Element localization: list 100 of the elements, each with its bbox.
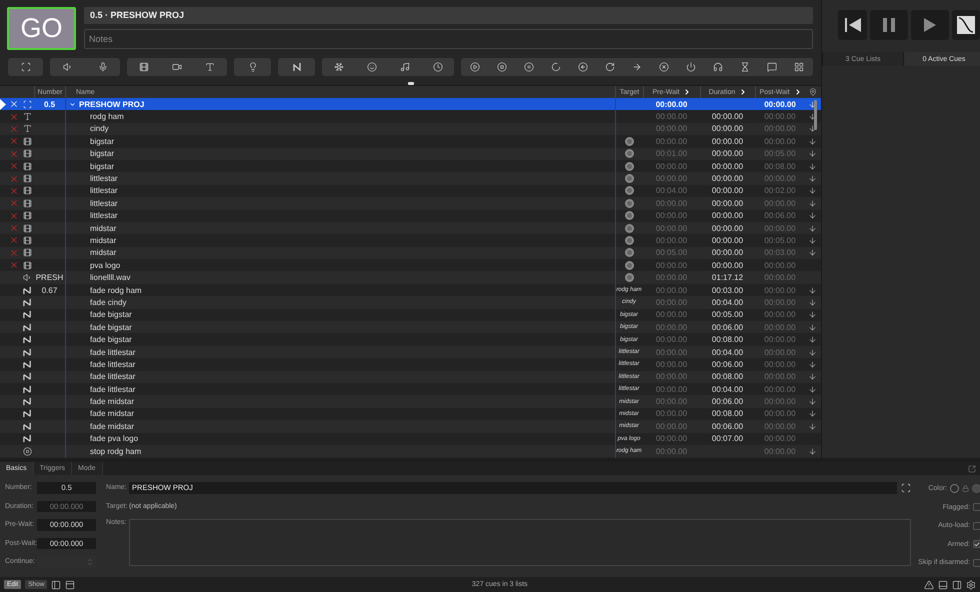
scrollbar[interactable]	[814, 100, 817, 130]
hourglass-icon[interactable]	[740, 62, 750, 72]
post-wait-time: 00:00.00	[764, 322, 796, 332]
cue-name: fade bigstar	[90, 310, 132, 320]
checkbox[interactable]	[973, 540, 980, 548]
load-icon[interactable]	[550, 62, 561, 72]
lightbulb-icon[interactable]	[248, 62, 258, 72]
cue-name: littlestar	[90, 211, 118, 220]
post-wait-time: 00:00.00	[764, 446, 796, 456]
cue-title-field[interactable]: 0.5 · PRESHOW PROJ	[84, 7, 813, 24]
resize-handle[interactable]	[408, 82, 414, 84]
cue-row[interactable]: bigstar 00:00.00 00:00.00 00:08.00	[0, 160, 821, 172]
duration-time: 00:00.00	[712, 198, 744, 208]
speech-bubble-icon[interactable]	[767, 62, 778, 72]
scan-icon	[901, 482, 912, 493]
color-swatch[interactable]	[972, 484, 980, 494]
fade-icon[interactable]	[292, 62, 302, 72]
duration-time: 00:04.00	[712, 384, 744, 394]
cue-row[interactable]: littlestar 00:04.00 00:00.00 00:02.00	[0, 184, 821, 198]
color-swatch[interactable]	[950, 484, 960, 494]
post-wait-time: 00:00.00	[764, 286, 796, 295]
warning-icon[interactable]	[924, 580, 934, 590]
duration-time: 00:06.00	[712, 360, 744, 369]
cue-number: PRESH	[36, 273, 64, 282]
duration-time: 00:00.00	[712, 124, 744, 134]
duration-time: 00:04.00	[712, 298, 744, 307]
cue-row[interactable]: littlestar 00:00.00 00:00.00 00:06.00	[0, 210, 821, 222]
cue-name: fade littlestar	[90, 384, 136, 394]
go-button[interactable]: GO	[7, 7, 76, 50]
duration-time: 00:00.00	[712, 149, 744, 158]
cue-number: 0.67	[42, 286, 58, 295]
microphone-icon[interactable]	[98, 62, 108, 72]
music-note-icon[interactable]	[400, 62, 410, 72]
rotate-icon[interactable]	[604, 62, 615, 72]
pop-out-icon[interactable]	[968, 464, 976, 472]
grid-icon[interactable]	[794, 62, 804, 72]
arrow-right-icon[interactable]	[632, 62, 642, 72]
group-icon	[22, 100, 32, 109]
play-icon[interactable]	[470, 62, 480, 72]
pre-wait-time: 00:00.00	[656, 273, 688, 282]
header-toggle-icon[interactable]	[65, 580, 76, 590]
pre-wait-time: 00:00.00	[656, 422, 688, 431]
cue-row[interactable]: littlestar 00:00.00 00:00.00 00:00.00	[0, 172, 821, 185]
fade-icon	[22, 310, 32, 320]
checkbox[interactable]	[973, 503, 980, 512]
power-icon[interactable]	[686, 62, 696, 72]
duration-time: 00:00.00	[712, 112, 744, 122]
checkbox[interactable]	[973, 558, 980, 567]
clock-icon[interactable]	[432, 62, 442, 72]
camera-icon[interactable]	[172, 62, 182, 72]
post-wait-time: 00:00.00	[764, 112, 796, 122]
lock-icon	[962, 485, 970, 492]
duration-time: 00:00.00	[712, 136, 744, 146]
chevron-icon[interactable]	[739, 88, 748, 96]
cue-row[interactable]: midstar 00:05.00 00:00.00 00:03.00	[0, 246, 821, 260]
chevron-icon[interactable]	[794, 88, 802, 96]
cue-name: fade littlestar	[90, 372, 136, 382]
group-icon[interactable]	[20, 62, 30, 72]
text-icon[interactable]	[205, 62, 216, 72]
fade-icon	[22, 360, 32, 369]
bottom-panel-icon[interactable]	[938, 580, 948, 590]
duration-time: 00:00.00	[712, 236, 744, 245]
film-icon	[22, 149, 32, 158]
speaker-icon	[22, 273, 32, 282]
pause-button[interactable]	[870, 10, 908, 40]
chevron-icon[interactable]	[683, 88, 692, 96]
selected-cue-row[interactable]: 0.5 PRESHOW PROJ 00:00.00 00:00.00	[0, 98, 821, 110]
cue-name: bigstar	[90, 162, 114, 171]
right-panel-icon[interactable]	[952, 580, 962, 590]
stop-icon[interactable]	[496, 62, 507, 72]
speaker-icon[interactable]	[62, 62, 72, 72]
film-icon[interactable]	[138, 62, 149, 72]
duration-time: 00:07.00	[712, 434, 744, 444]
cue-row[interactable]: PRESH lionellll.wav 00:00.00 01:17.12 00:00.00	[0, 271, 821, 284]
post-wait-time: 00:00.00	[764, 298, 796, 307]
cue-row[interactable]: pva logo 00:00.00 00:00.00 00:00.00	[0, 259, 821, 272]
circle-x-icon[interactable]	[658, 62, 669, 72]
snowflake-icon[interactable]	[334, 62, 344, 72]
play-button[interactable]	[911, 10, 949, 40]
sidebar-toggle-icon[interactable]	[51, 580, 62, 590]
disclosure-icon[interactable]	[69, 100, 76, 108]
cue-row[interactable]: midstar 00:00.00 00:00.00 00:00.00	[0, 222, 821, 234]
pin-icon	[808, 88, 816, 96]
reset-icon[interactable]	[578, 62, 588, 72]
cue-row[interactable]: bigstar 00:01.00 00:00.00 00:05.00	[0, 148, 821, 160]
pre-wait-time: 00:00.00	[656, 434, 688, 444]
cue-name: fade littlestar	[90, 360, 136, 369]
pause-icon[interactable]	[524, 62, 534, 72]
previous-button[interactable]	[838, 10, 867, 40]
fade-icon	[22, 286, 32, 295]
notes-field[interactable]: Notes	[84, 29, 813, 49]
fade-all-button[interactable]	[952, 10, 980, 40]
film-icon	[22, 136, 32, 146]
headphones-icon[interactable]	[713, 62, 724, 72]
cue-name: midstar	[90, 236, 116, 245]
checkbox[interactable]	[973, 522, 980, 530]
smiley-icon[interactable]	[366, 62, 376, 72]
cue-row[interactable]: littlestar 00:00.00 00:00.00 00:00.00	[0, 197, 821, 210]
cue-row[interactable]: cindy 00:00.00 00:00.00 00:00.00	[0, 122, 821, 136]
settings-icon[interactable]	[966, 580, 976, 590]
